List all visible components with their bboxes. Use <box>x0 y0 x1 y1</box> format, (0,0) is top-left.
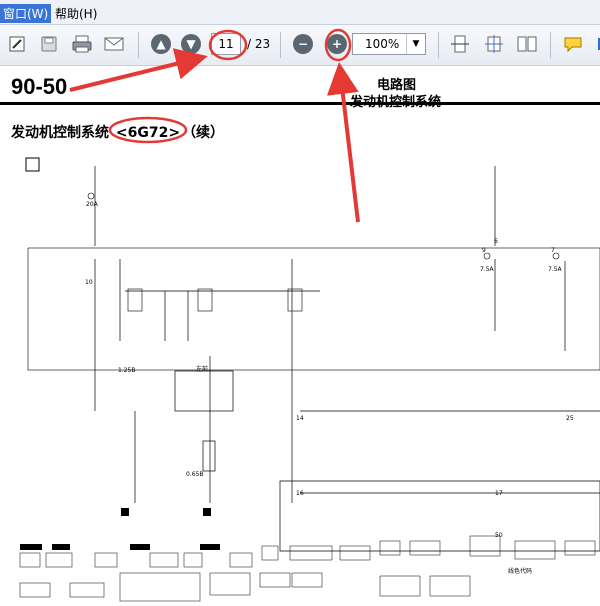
document-page: 90-50 电路图 发动机控制系统 发动机控制系统 <6G72>（续） <box>0 66 600 604</box>
fuse-label: 7.5A <box>548 266 562 273</box>
zoom-in-button[interactable]: + <box>326 33 348 55</box>
next-page-button[interactable]: ▼ <box>180 33 202 55</box>
wire-label: 1.25B <box>118 367 136 374</box>
minus-icon: − <box>293 34 313 54</box>
fuse-label: 7.5A <box>480 266 494 273</box>
diagram-title-suffix: （续） <box>182 125 225 141</box>
comment-icon[interactable] <box>562 33 584 55</box>
wire-label: 6 <box>494 238 498 245</box>
legend-label: 线色代码 <box>508 568 533 575</box>
wiring-diagram-drawing <box>19 157 600 602</box>
print-icon[interactable] <box>71 33 93 55</box>
email-icon[interactable] <box>103 33 125 55</box>
page-total: / 23 <box>247 37 271 51</box>
engine-code: <6G72> <box>115 125 181 141</box>
fit-page-icon[interactable] <box>483 33 505 55</box>
wire-label: 7 <box>551 247 555 254</box>
toolbar-separator <box>438 32 439 58</box>
menu-window[interactable]: 窗口(W) <box>0 4 52 23</box>
toolbar: ▲ ▼ − + <box>0 25 600 66</box>
box-frame <box>25 157 40 172</box>
page-number-input[interactable]: 11 <box>211 33 241 55</box>
wiring-diagram: 10 1.25B 0.65B 20A 7.5A 7.5A 6 9 7 14 16… <box>0 151 600 606</box>
heading-rule <box>0 102 600 105</box>
menu-help[interactable]: 帮助(H) <box>52 4 100 23</box>
section-subtitle: 发动机控制系统 <box>350 91 441 110</box>
two-page-icon[interactable] <box>516 33 538 55</box>
chevron-down-icon[interactable]: ▼ <box>406 34 425 54</box>
relay-coils <box>87 192 560 312</box>
arrow-down-icon: ▼ <box>181 34 201 54</box>
edit-icon[interactable] <box>6 33 28 55</box>
save-icon[interactable] <box>38 33 60 55</box>
menu-bar: 窗口(W) 帮助(H) <box>0 0 600 25</box>
wire-label: 25 <box>566 415 574 422</box>
page-heading: 90-50 <box>11 74 68 99</box>
wire-label: 50 <box>495 532 503 539</box>
toolbar-separator <box>280 32 281 58</box>
zoom-value: 100% <box>365 37 400 51</box>
wire-label: 9 <box>482 247 486 254</box>
wire-label: 10 <box>85 279 93 286</box>
plus-icon: + <box>327 34 347 54</box>
component-label: 左前 <box>196 366 209 373</box>
toolbar-separator <box>138 32 139 58</box>
toolbar-separator <box>550 32 551 58</box>
main-wires <box>94 166 600 552</box>
wire-label: 0.65B <box>186 471 204 478</box>
highlight-icon[interactable] <box>590 33 600 55</box>
ecu-frame <box>27 247 600 371</box>
zoom-select[interactable]: 100% ▼ <box>352 33 426 55</box>
diagram-title: 发动机控制系统 <6G72> （续） <box>11 122 224 142</box>
previous-page-button[interactable]: ▲ <box>150 33 172 55</box>
wire-label: 16 <box>296 490 304 497</box>
diagram-title-text: 发动机控制系统 <box>11 125 114 141</box>
connector-blocks <box>20 508 220 550</box>
arrow-up-icon: ▲ <box>151 34 171 54</box>
wire-label: 14 <box>296 415 304 422</box>
fit-width-icon[interactable] <box>449 33 471 55</box>
fuse-label: 20A <box>86 201 98 208</box>
wire-label: 17 <box>495 490 503 497</box>
zoom-out-button[interactable]: − <box>292 33 314 55</box>
